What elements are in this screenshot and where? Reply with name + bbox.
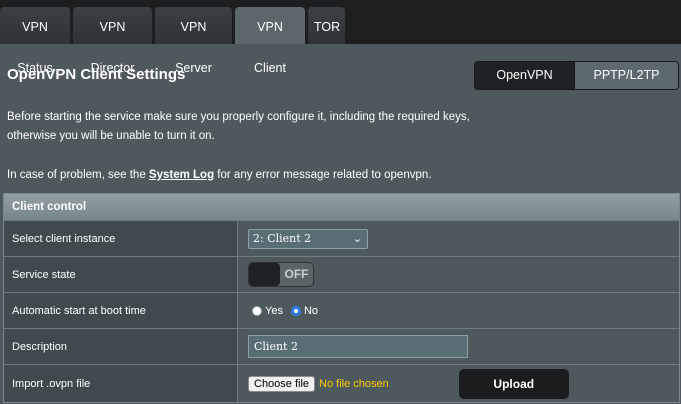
- description-input[interactable]: Client 2: [248, 335, 468, 358]
- system-log-link[interactable]: System Log: [149, 169, 214, 181]
- tab-vpn-server[interactable]: VPN Server: [155, 7, 232, 75]
- radio-checked-icon: [290, 305, 301, 316]
- tab-vpn-status[interactable]: VPN Status: [0, 7, 70, 75]
- autostart-no-label: No: [303, 304, 319, 317]
- description-row: Description Client 2: [4, 328, 679, 364]
- client-instance-label: Select client instance: [4, 221, 238, 256]
- toggle-state-text: OFF: [284, 267, 309, 281]
- client-control-table: Client control Select client instance 2:…: [3, 193, 680, 403]
- page-title: OpenVPN Client Settings: [7, 66, 186, 83]
- service-state-row: Service state OFF: [4, 256, 679, 292]
- pptp-l2tp-mode-button[interactable]: PPTP/L2TP: [575, 62, 678, 89]
- problem-note-suffix: for any error message related to openvpn…: [214, 169, 432, 181]
- client-control-header: Client control: [4, 194, 679, 220]
- service-state-toggle[interactable]: OFF: [248, 262, 314, 287]
- autostart-no-radio[interactable]: No: [290, 304, 319, 317]
- service-state-label: Service state: [4, 257, 238, 292]
- radio-unchecked-icon: [252, 305, 262, 316]
- vpn-tabs: VPN Status VPN Director VPN Server VPN C…: [0, 7, 348, 75]
- choose-file-button[interactable]: Choose file: [248, 375, 316, 392]
- import-ovpn-label: Import .ovpn file: [4, 365, 238, 402]
- autostart-yes-radio[interactable]: Yes: [252, 305, 283, 317]
- toggle-knob: [249, 263, 280, 286]
- chevron-down-icon: ⌄: [352, 231, 362, 245]
- upload-button[interactable]: Upload: [458, 368, 569, 399]
- client-instance-value: 2: Client 2: [253, 232, 312, 245]
- client-instance-row: Select client instance 2: Client 2 ⌄: [4, 220, 679, 256]
- import-ovpn-row: Import .ovpn file Choose file No file ch…: [4, 364, 679, 402]
- tab-tor[interactable]: TOR: [308, 7, 345, 44]
- file-status-text: No file chosen: [319, 377, 389, 390]
- instructions-line-1: Before starting the service make sure yo…: [7, 111, 470, 123]
- tab-vpn-client[interactable]: VPN Client: [235, 7, 305, 75]
- client-instance-select[interactable]: 2: Client 2 ⌄: [248, 228, 368, 249]
- autostart-row: Automatic start at boot time Yes No: [4, 292, 679, 328]
- autostart-label: Automatic start at boot time: [4, 293, 238, 328]
- description-label: Description: [4, 329, 238, 364]
- tab-vpn-director[interactable]: VPN Director: [73, 7, 152, 75]
- instructions-line-2: otherwise you will be unable to turn it …: [7, 130, 215, 142]
- autostart-yes-label: Yes: [265, 304, 283, 317]
- problem-note: In case of problem, see the System Log f…: [7, 169, 431, 181]
- openvpn-mode-button[interactable]: OpenVPN: [475, 62, 575, 89]
- problem-note-prefix: In case of problem, see the: [7, 169, 149, 181]
- vpn-mode-switch: OpenVPN PPTP/L2TP: [474, 61, 679, 90]
- top-tab-bar: VPN Status VPN Director VPN Server VPN C…: [0, 0, 681, 75]
